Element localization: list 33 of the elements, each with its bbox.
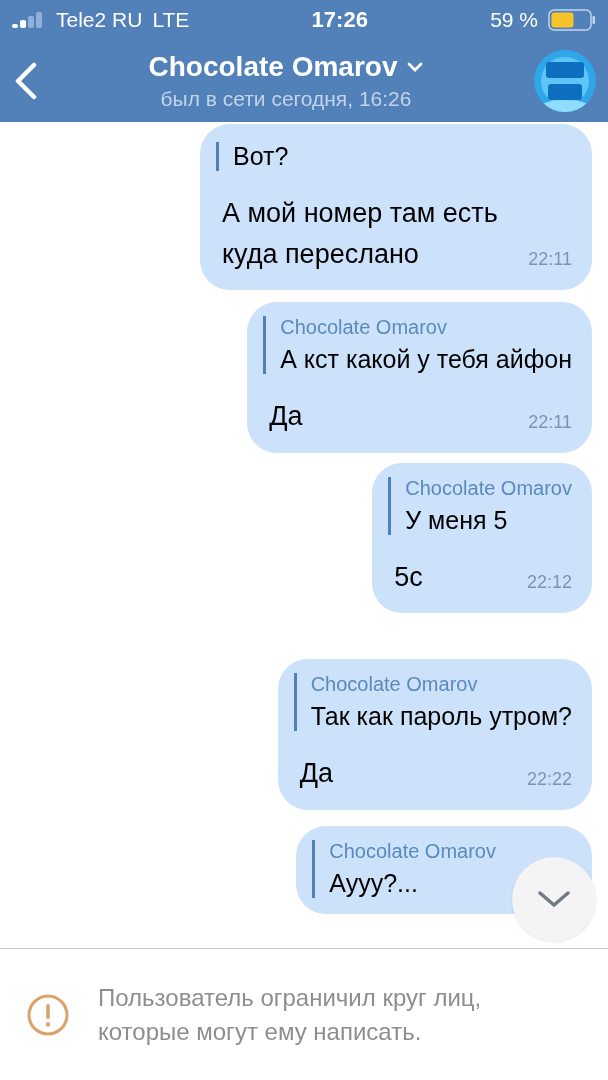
reply-author: Chocolate Omarov xyxy=(280,316,448,339)
battery-percent: 59 % xyxy=(490,8,538,32)
reply-text: Аууу?... xyxy=(329,868,419,898)
message-bubble[interactable]: Chocolate Omarov Так как пароль утром? Да 22:22 xyxy=(277,659,592,810)
message-time: 22:11 xyxy=(528,411,572,434)
warning-icon xyxy=(26,992,70,1037)
chevron-down-icon[interactable] xyxy=(407,62,424,72)
carrier: Tele2 RU xyxy=(56,8,143,32)
message-text: Да xyxy=(269,400,303,433)
message-bubble[interactable]: Chocolate Omarov У меня 5 5с 22:12 xyxy=(372,462,592,613)
reply-author: Chocolate Omarov xyxy=(310,673,479,696)
message-time: 22:11 xyxy=(528,249,572,271)
reply-author: Chocolate Omarov xyxy=(329,839,496,863)
message-bubble[interactable]: Вот? А мой номер там есть куда переслано 22:11 xyxy=(200,124,592,290)
message-bubble[interactable]: Chocolate Omarov А кст какой у тебя айфон Да 22:11 xyxy=(247,302,592,453)
message-text: А мой номер там есть куда переслано xyxy=(222,197,499,271)
back-icon[interactable] xyxy=(14,62,38,100)
chevron-down-icon xyxy=(537,890,571,908)
reply-author: Chocolate Omarov xyxy=(405,476,572,500)
reply-text: Так как пароль утром? xyxy=(310,702,572,731)
reply-text: Вот? xyxy=(233,142,290,171)
message-time: 22:12 xyxy=(526,572,572,594)
message-text: Да xyxy=(299,757,333,790)
reply-text: У меня 5 xyxy=(405,505,509,535)
network-type: LTE xyxy=(152,8,190,32)
battery-icon xyxy=(548,9,596,31)
notice-text: Пользователь ограничил круг лиц, которые могут ему написать. xyxy=(98,982,483,1047)
reply-text: А кст какой у тебя айфон xyxy=(280,345,572,374)
message-time: 22:22 xyxy=(526,768,572,791)
last-seen: был в сети сегодня, 16:26 xyxy=(160,87,412,111)
clock: 17:26 xyxy=(311,7,368,33)
chat-title[interactable]: Chocolate Omarov xyxy=(148,51,398,83)
message-text: 5с xyxy=(394,560,423,594)
